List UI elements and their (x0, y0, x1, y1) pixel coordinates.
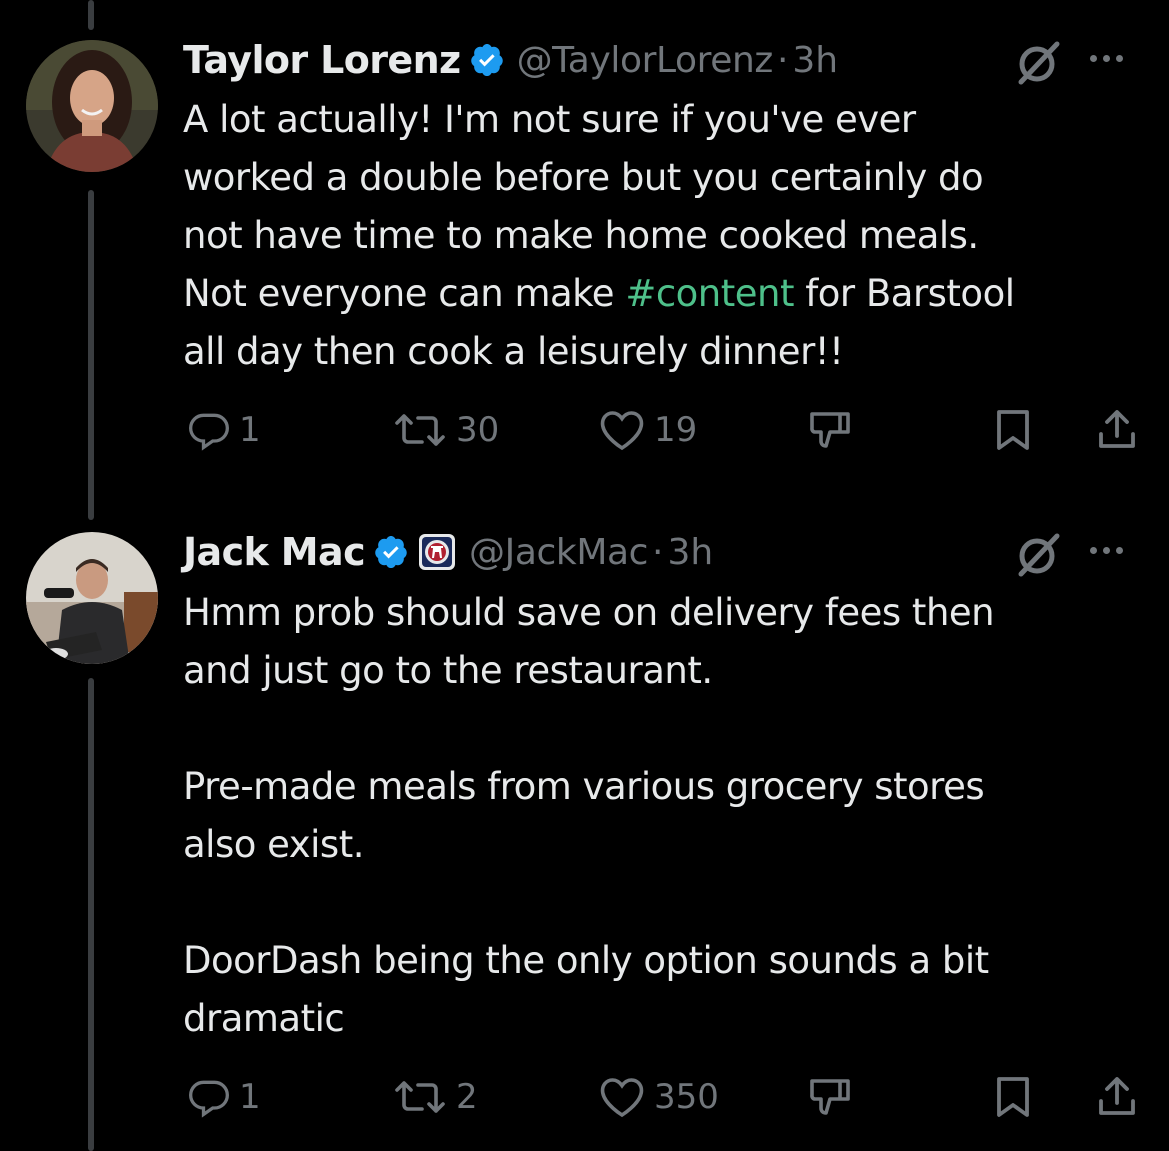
reply-button[interactable]: 1 (187, 405, 261, 455)
avatar[interactable] (26, 532, 158, 664)
reply-count: 1 (239, 410, 261, 450)
bookmark-button[interactable] (993, 1072, 1033, 1122)
author-handle[interactable]: @JackMac (469, 532, 648, 573)
tweet-header: Taylor Lorenz @TaylorLorenz · 3h (183, 35, 838, 85)
share-button[interactable] (1095, 1072, 1139, 1122)
share-button[interactable] (1095, 405, 1139, 455)
grok-icon[interactable] (1013, 38, 1063, 88)
repost-count: 2 (456, 1077, 478, 1117)
repost-icon (395, 1081, 445, 1113)
like-count: 19 (654, 410, 698, 450)
like-button[interactable]: 19 (598, 405, 697, 455)
hashtag-link[interactable]: #content (625, 272, 794, 315)
repost-button[interactable]: 30 (392, 405, 499, 455)
author-name[interactable]: Jack Mac (183, 530, 366, 574)
more-icon[interactable] (1090, 540, 1140, 560)
repost-button[interactable]: 2 (392, 1072, 478, 1122)
share-icon (1099, 410, 1135, 448)
reply-button[interactable]: 1 (187, 1072, 261, 1122)
more-icon[interactable] (1090, 48, 1140, 68)
author-name[interactable]: Taylor Lorenz (183, 38, 461, 82)
separator-dot: · (652, 531, 664, 573)
bookmark-icon (997, 1077, 1029, 1117)
bookmark-button[interactable] (993, 405, 1033, 455)
tweet-taylor-lorenz[interactable]: Taylor Lorenz @TaylorLorenz · 3h A lot a… (0, 0, 1169, 500)
downvote-icon (810, 1079, 850, 1115)
reply-icon (189, 1080, 229, 1118)
repost-icon (395, 414, 445, 446)
affiliate-badge-icon[interactable] (417, 532, 457, 572)
reply-count: 1 (239, 1077, 261, 1117)
grok-icon[interactable] (1013, 530, 1063, 580)
like-icon (600, 411, 644, 451)
timestamp[interactable]: 3h (792, 40, 838, 81)
tweet-actions: 1 30 19 (0, 405, 1169, 455)
repost-count: 30 (456, 410, 500, 450)
like-count: 350 (654, 1077, 719, 1117)
tweet-header: Jack Mac @JackMac · 3h (183, 527, 713, 577)
reply-icon (189, 413, 229, 451)
like-icon (600, 1078, 644, 1118)
tweet-jack-mac[interactable]: Jack Mac @JackMac · 3h Hmm prob should s… (0, 500, 1169, 1151)
avatar[interactable] (26, 40, 158, 172)
tweet-actions: 1 2 350 (0, 1072, 1169, 1122)
share-icon (1099, 1077, 1135, 1115)
tweet-text: Hmm prob should save on delivery fees th… (183, 591, 995, 1040)
verified-badge-icon[interactable] (469, 42, 505, 78)
separator-dot: · (776, 39, 789, 81)
tweet-text: A lot actually! I'm not sure if you've e… (183, 91, 1143, 381)
timestamp[interactable]: 3h (668, 532, 714, 573)
downvote-button[interactable] (806, 405, 854, 455)
author-handle[interactable]: @TaylorLorenz (517, 40, 774, 81)
downvote-icon (810, 412, 850, 448)
like-button[interactable]: 350 (598, 1072, 719, 1122)
bookmark-icon (997, 410, 1029, 450)
verified-badge-icon[interactable] (373, 534, 409, 570)
downvote-button[interactable] (806, 1072, 854, 1122)
